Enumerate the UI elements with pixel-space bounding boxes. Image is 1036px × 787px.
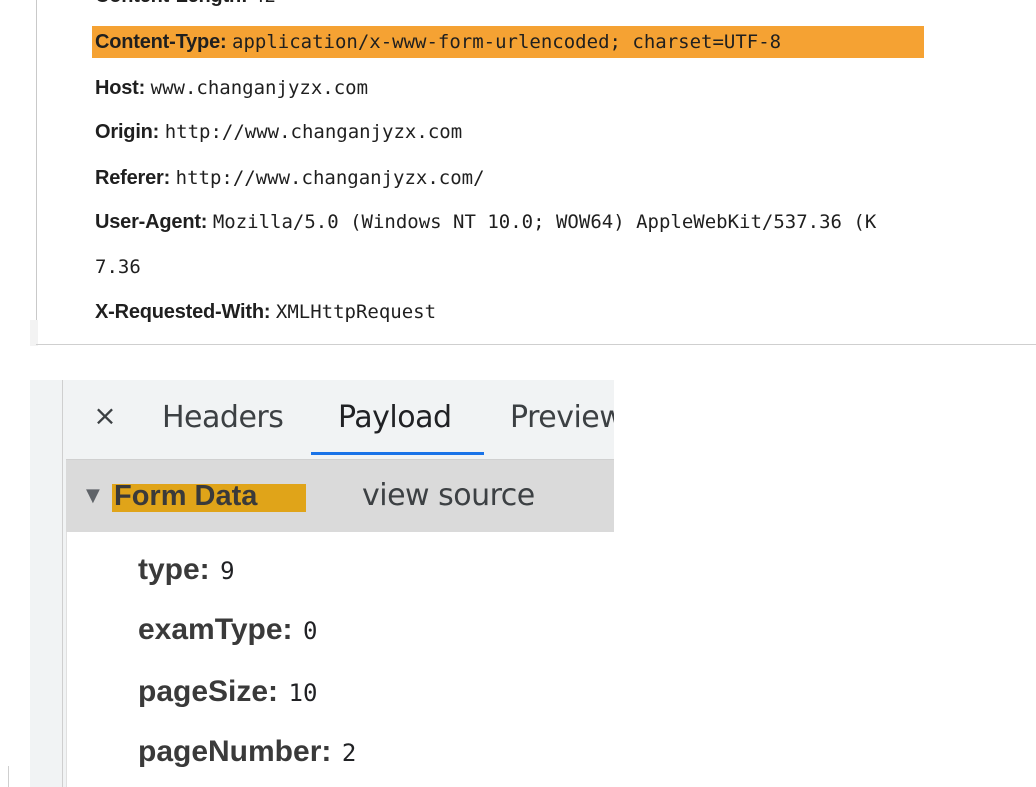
form-data-title: Form Data [114, 480, 258, 512]
panel-left-edge [8, 766, 9, 787]
form-field-key: pageSize: [138, 675, 279, 708]
panel-bottom-border [36, 344, 1036, 345]
form-field-type: type: 9 [138, 550, 235, 590]
header-row-referer: Referer: http://www.changanjyzx.com/ [95, 162, 485, 194]
user-agent-wrap-line: 7.36 [95, 256, 141, 278]
request-headers-panel: Content-Length: 42 Content-Type: applica… [0, 0, 1036, 346]
form-field-key: type: [138, 553, 210, 586]
header-key: Content-Type: [95, 31, 227, 53]
view-source-link[interactable]: view source [362, 478, 535, 514]
form-field-examtype: examType: 0 [138, 610, 317, 650]
screenshot-stage: Content-Length: 42 Content-Type: applica… [0, 0, 1036, 787]
form-field-pagenumber: pageNumber: 2 [138, 732, 356, 772]
form-field-pagesize: pageSize: 10 [138, 672, 317, 712]
header-value: application/x-www-form-urlencoded; chars… [232, 31, 782, 53]
header-value: www.changanjyzx.com [150, 77, 369, 99]
devtools-payload-panel: × Headers Payload Preview ▼ Form Data vi… [0, 346, 1036, 787]
panel-left-border [36, 0, 37, 320]
header-row-user-agent: User-Agent: Mozilla/5.0 (Windows NT 10.0… [95, 206, 876, 238]
header-value: 42 [253, 0, 276, 7]
tab-headers[interactable]: Headers [162, 394, 284, 442]
active-tab-indicator [311, 452, 484, 455]
header-value: http://www.changanjyzx.com [164, 121, 463, 143]
form-data-section-header[interactable]: ▼ Form Data view source [66, 460, 614, 532]
close-icon[interactable]: × [90, 396, 120, 436]
header-value: http://www.changanjyzx.com/ [175, 167, 485, 189]
expand-triangle-icon[interactable]: ▼ [86, 482, 106, 510]
sidebar-gutter [30, 380, 66, 787]
header-key: X-Requested-With: [95, 301, 271, 323]
form-field-value: 10 [288, 679, 318, 707]
panel-divider[interactable] [62, 380, 63, 787]
form-field-key: examType: [138, 613, 293, 646]
header-key: Host: [95, 77, 146, 99]
form-field-key: pageNumber: [138, 735, 332, 768]
header-row-content-length: Content-Length: 42 [95, 0, 276, 12]
panel-left-gap [30, 320, 38, 346]
tab-preview[interactable]: Preview [510, 394, 614, 442]
header-key: User-Agent: [95, 211, 208, 233]
form-field-value: 0 [302, 617, 318, 645]
header-key: Content-Length: [95, 0, 248, 7]
header-key: Referer: [95, 167, 171, 189]
header-row-origin: Origin: http://www.changanjyzx.com [95, 116, 462, 148]
devtools-tab-bar: × Headers Payload Preview [66, 380, 614, 460]
form-field-value: 9 [220, 557, 235, 585]
header-row-content-type: Content-Type: application/x-www-form-url… [95, 26, 781, 58]
header-row-host: Host: www.changanjyzx.com [95, 72, 368, 104]
header-value: Mozilla/5.0 (Windows NT 10.0; WOW64) App… [212, 211, 877, 233]
header-value: XMLHttpRequest [275, 301, 437, 323]
form-field-value: 2 [341, 739, 357, 767]
header-row-x-requested-with: X-Requested-With: XMLHttpRequest [95, 296, 436, 328]
header-key: Origin: [95, 121, 160, 143]
tab-payload[interactable]: Payload [338, 394, 452, 442]
